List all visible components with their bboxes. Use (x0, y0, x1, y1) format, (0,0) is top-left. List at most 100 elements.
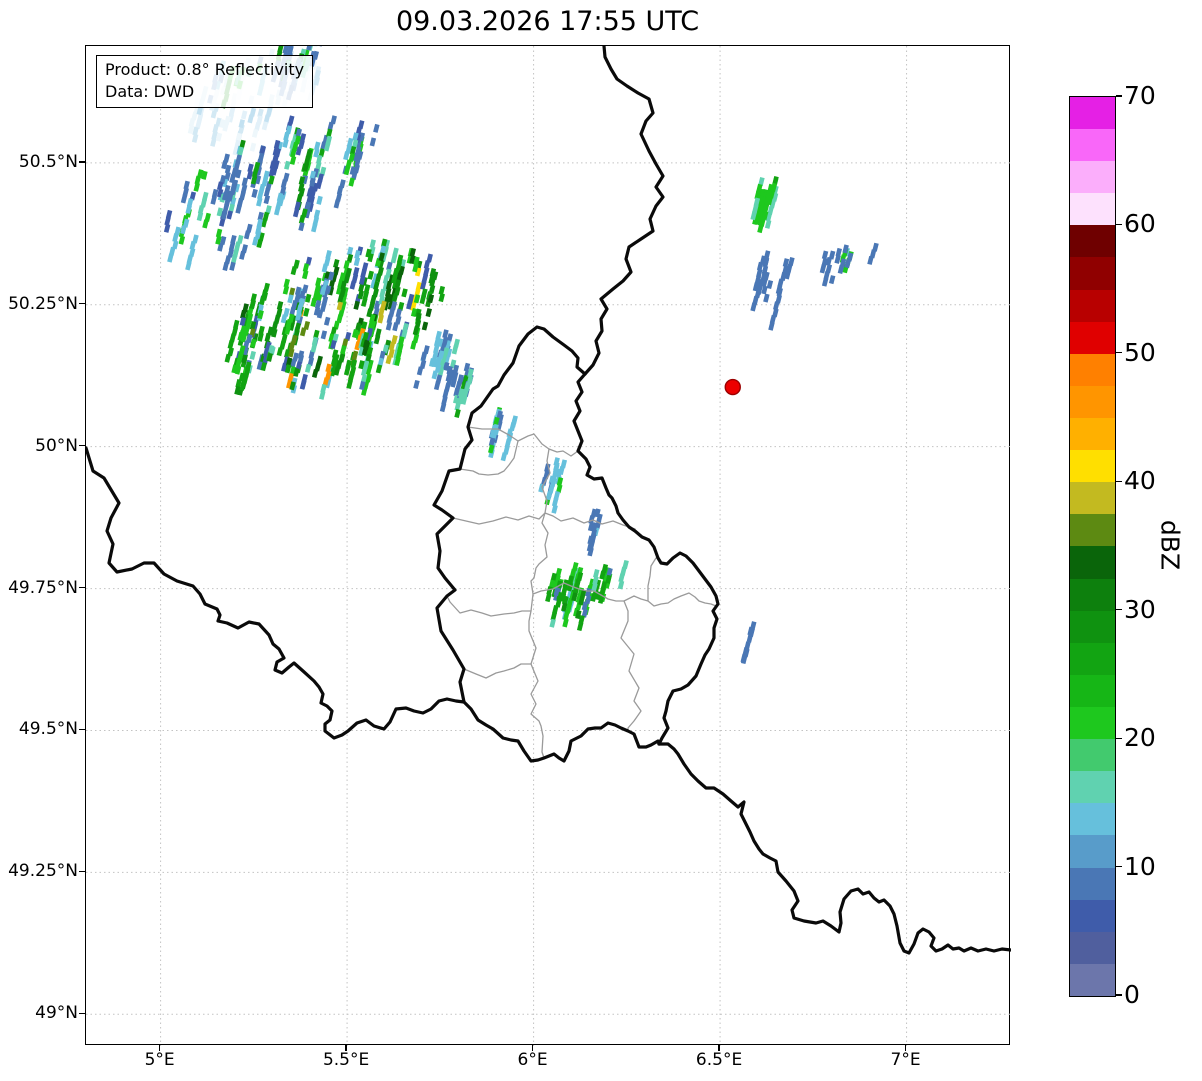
echo-cell (247, 114, 254, 124)
echo-cluster-ne-green-cluster (750, 176, 779, 234)
radar-figure: 09.03.2026 17:55 UTC Product: 0.8° Refle… (0, 0, 1202, 1081)
national-border (583, 46, 665, 376)
echo-cell (454, 408, 461, 418)
echo-cell (303, 307, 310, 317)
echo-streak (249, 293, 257, 310)
lon-tick-label: 6°E (517, 1050, 548, 1070)
echo-cell (385, 355, 392, 365)
echo-cell (385, 321, 393, 331)
echo-cell (224, 353, 232, 363)
echo-streak (558, 459, 568, 476)
echo-cell (259, 296, 266, 306)
echo-cluster-nw-large-cell (224, 238, 445, 400)
lat-tick-label: 50.5°N (18, 151, 78, 172)
internal-border (647, 557, 657, 602)
echo-streak (202, 212, 211, 229)
echo-cell (348, 177, 355, 187)
echo-cell (251, 188, 258, 198)
echo-streak (229, 154, 243, 184)
echo-cell (320, 330, 328, 340)
internal-border (528, 610, 545, 759)
echo-cell (246, 170, 254, 180)
echo-cluster-teal-dot (617, 559, 629, 590)
lon-tick-label: 6.5°E (695, 1050, 743, 1070)
echo-cluster-ne-specks (750, 250, 795, 331)
echo-streak (740, 621, 757, 665)
echo-streak (768, 287, 783, 331)
echo-cell (167, 253, 174, 263)
echo-cell (299, 380, 307, 390)
echo-cluster-lux-blue-spot (586, 508, 603, 557)
station-marker-dot (724, 378, 741, 396)
colorbar-segment-25dbz (1070, 642, 1115, 675)
national-border (86, 446, 466, 740)
colorbar-segment-45dbz (1070, 385, 1115, 419)
colorbar-segment-10dbz (1070, 835, 1115, 868)
echo-streak (282, 278, 290, 295)
echo-streak (257, 325, 265, 342)
colorbar-segment-0dbz (1070, 963, 1115, 996)
lat-tick-label: 49.25°N (8, 861, 78, 882)
echo-cell (298, 222, 305, 232)
echo-cell (210, 109, 218, 119)
national-border (432, 325, 587, 704)
lon-tick-mark (904, 1045, 907, 1051)
echo-cluster-ne-tiny-dot (867, 242, 879, 265)
colorbar-tick-mark (1116, 994, 1122, 996)
echo-cell (290, 266, 298, 276)
echo-cell (239, 250, 246, 260)
colorbar-segment-60dbz (1070, 193, 1115, 226)
echo-cell (867, 255, 874, 265)
echo-streak (299, 373, 308, 390)
echo-cell (210, 137, 217, 147)
internal-border (620, 600, 642, 732)
echo-cell (451, 345, 459, 355)
echo-cell (180, 225, 187, 235)
echo-cell (321, 263, 329, 273)
echo-streak (413, 352, 427, 390)
echo-cell (249, 350, 256, 360)
colorbar-segment-55dbz (1070, 257, 1115, 290)
national-border (462, 700, 661, 763)
echo-cell (249, 300, 256, 310)
echo-cell (757, 224, 764, 234)
colorbar-segment-42.5dbz (1070, 418, 1115, 451)
colorbar-segment-5dbz (1070, 899, 1115, 932)
colorbar-segment-57.5dbz (1070, 225, 1115, 258)
lat-tick-label: 49°N (35, 1003, 78, 1024)
echo-streak (438, 285, 445, 303)
lat-tick-mark (79, 586, 85, 589)
echo-cell (289, 155, 297, 165)
echo-cell (764, 219, 772, 229)
echo-cell (310, 343, 318, 353)
echo-cell (319, 390, 326, 400)
colorbar-segment-47.5dbz (1070, 353, 1115, 386)
colorbar-tick-mark (1116, 95, 1122, 97)
echo-cell (180, 194, 188, 204)
echo-cell (263, 195, 271, 205)
echo-cell (222, 261, 229, 271)
echo-cluster-echo-small-tail (439, 362, 475, 418)
echo-cell (401, 288, 408, 298)
echo-cell (367, 270, 374, 280)
echo-cell (390, 254, 398, 264)
echo-streak (185, 234, 199, 271)
echo-cell (821, 277, 829, 287)
colorbar (1069, 96, 1116, 997)
echo-cell (256, 197, 263, 207)
echo-cell (763, 293, 770, 303)
echo-cell (261, 121, 269, 131)
colorbar-segment-50dbz (1070, 321, 1115, 354)
echo-cell (558, 465, 565, 476)
echo-cell (193, 182, 200, 192)
echo-cell (551, 504, 558, 514)
echo-cell (828, 275, 836, 285)
colorbar-segment-67.5dbz (1070, 96, 1115, 130)
echo-cell (425, 307, 432, 318)
radar-echoes-layer (163, 46, 879, 665)
echo-streak (247, 107, 257, 124)
colorbar-tick-mark (1116, 609, 1122, 611)
echo-streak (310, 329, 320, 353)
colorbar-tick-mark (1116, 223, 1122, 226)
echo-cell (617, 580, 625, 590)
